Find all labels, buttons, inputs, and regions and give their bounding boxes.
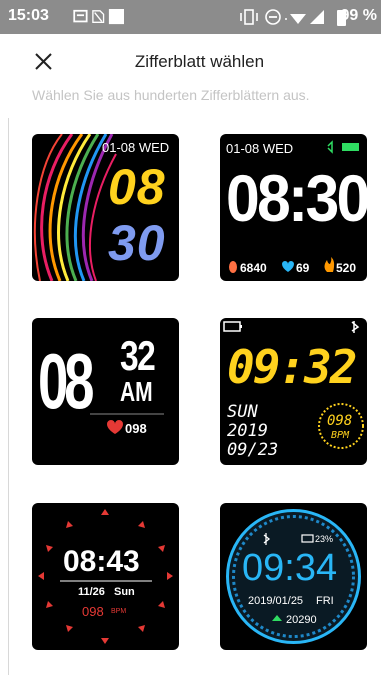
- bluetooth-icon: [327, 140, 333, 154]
- face-steps: 20290: [286, 614, 317, 626]
- page-title: Zifferblatt wählen: [134, 52, 265, 71]
- face-bpm-value: 098: [327, 413, 353, 429]
- divider-and-heart: [90, 413, 164, 434]
- no-sim-icon: [92, 10, 105, 23]
- vibrate-icon: [240, 9, 258, 25]
- face-bpm-label: BPM: [111, 608, 127, 615]
- battery-icon: [223, 321, 242, 332]
- face-steps: 6840: [240, 261, 267, 275]
- face-minute: 30: [108, 215, 166, 271]
- square-icon: [108, 9, 124, 25]
- watch-face-6[interactable]: 23% 09:34 2019/01/25 FRI 20290: [220, 503, 367, 650]
- face-time: 09:34: [242, 547, 338, 589]
- face-hour: 08: [108, 159, 166, 215]
- face-date: 11/26: [78, 586, 105, 598]
- face-calories: 520: [336, 261, 357, 275]
- status-bar: 15:03 99 %: [0, 0, 381, 34]
- face-bpm-label: BPM: [331, 430, 350, 441]
- face-date: 09/23: [227, 440, 279, 460]
- face-date: 01-08 WED: [102, 140, 170, 155]
- watch-face-2[interactable]: 01-08 WED 08:30 6840 69 520: [220, 134, 367, 281]
- dnd-icon: [265, 9, 281, 25]
- steps-icon: [229, 261, 237, 273]
- face-time: 09:32: [227, 340, 357, 394]
- page-subtitle: Wählen Sie aus hunderten Zifferblättern …: [32, 87, 310, 103]
- wifi-icon: [285, 14, 306, 24]
- face-year: 2019: [227, 421, 268, 441]
- battery-percent: 99 %: [340, 7, 377, 24]
- signal-icon: [310, 10, 324, 24]
- notification-icon: [73, 9, 88, 23]
- flame-icon: [324, 257, 335, 272]
- face-day: FRI: [316, 595, 334, 607]
- face-day: SUN: [227, 402, 258, 422]
- face-heart-rate: 69: [296, 261, 310, 275]
- status-right-icons: [240, 9, 324, 25]
- face-time: 08:30: [226, 161, 367, 235]
- watch-face-5[interactable]: 08:43 11/26 Sun 098 BPM: [32, 503, 179, 650]
- face-bpm-value: 098: [82, 604, 104, 619]
- face-day: Sun: [114, 586, 135, 598]
- app-header: Zifferblatt wählen: [0, 34, 381, 90]
- watch-face-1[interactable]: 01-08 WED 08 30: [32, 134, 179, 281]
- heart-icon: [282, 261, 294, 272]
- face-heart-rate: 098: [125, 421, 147, 436]
- heart-icon: [107, 420, 123, 434]
- scroll-track: [8, 118, 9, 675]
- watch-face-3[interactable]: 08 32 AM 098: [32, 318, 179, 465]
- watch-face-4[interactable]: 09:32 SUN 2019 09/23 098 BPM: [220, 318, 367, 465]
- face-date: 2019/01/25: [248, 595, 304, 607]
- face-battery: 23%: [315, 534, 334, 544]
- status-left-icons: [73, 9, 124, 25]
- bluetooth-icon: [351, 321, 360, 333]
- status-time: 15:03: [8, 7, 49, 24]
- face-time: 08:43: [63, 545, 140, 578]
- battery-icon: [342, 143, 359, 151]
